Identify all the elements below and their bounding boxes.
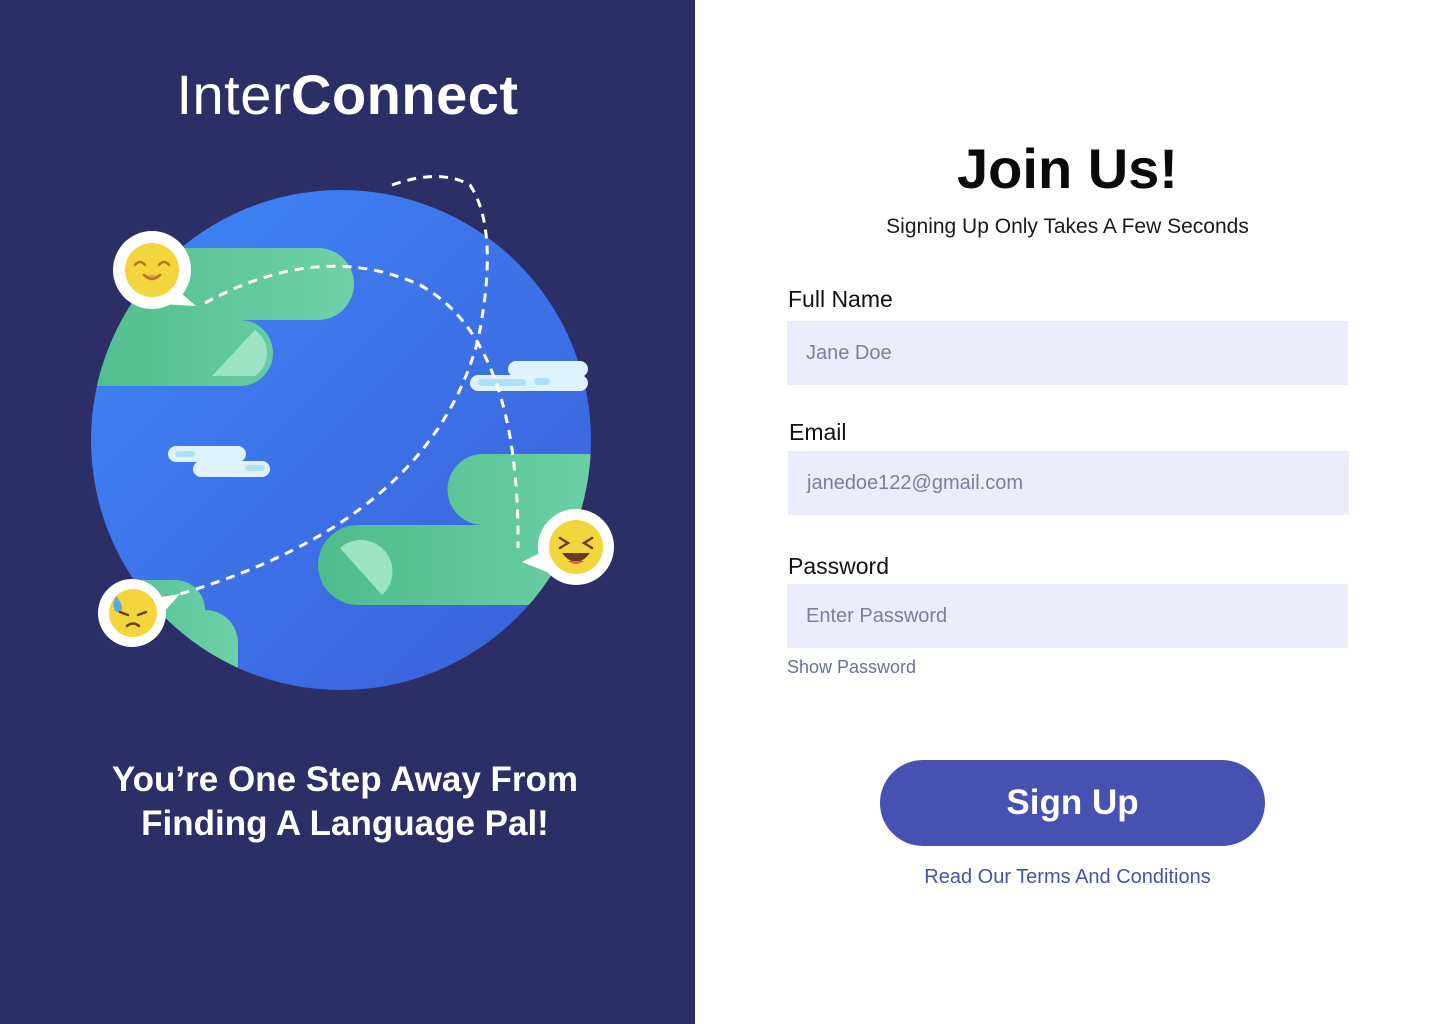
smiling-emoji-icon xyxy=(113,231,196,309)
email-label: Email xyxy=(789,419,847,445)
password-label: Password xyxy=(788,553,889,579)
sign-up-button[interactable]: Sign Up xyxy=(880,760,1265,846)
email-field[interactable]: janedoe122@gmail.com xyxy=(788,451,1349,515)
tagline: You’re One Step Away From Finding A Lang… xyxy=(111,760,579,843)
email-placeholder: janedoe122@gmail.com xyxy=(807,471,1023,494)
password-placeholder: Enter Password xyxy=(806,604,948,627)
logo-light-text: Inter xyxy=(176,63,292,126)
signup-panel: Join Us! Signing Up Only Takes A Few Sec… xyxy=(695,0,1440,1024)
page-title: Join Us! xyxy=(957,137,1178,200)
app-logo: InterConnect xyxy=(0,62,695,128)
logo-bold-text: Connect xyxy=(291,63,519,126)
full-name-field[interactable]: Jane Doe xyxy=(787,321,1348,385)
globe-illustration xyxy=(91,175,614,690)
full-name-placeholder: Jane Doe xyxy=(806,341,892,364)
full-name-label: Full Name xyxy=(788,286,893,312)
page-subtitle: Signing Up Only Takes A Few Seconds xyxy=(886,215,1249,238)
password-field[interactable]: Enter Password xyxy=(787,584,1348,648)
show-password-link[interactable]: Show Password xyxy=(787,656,916,678)
left-panel: InterConnect You’re One Step Away From F… xyxy=(0,0,695,1024)
terms-link[interactable]: Read Our Terms And Conditions xyxy=(695,865,1440,889)
